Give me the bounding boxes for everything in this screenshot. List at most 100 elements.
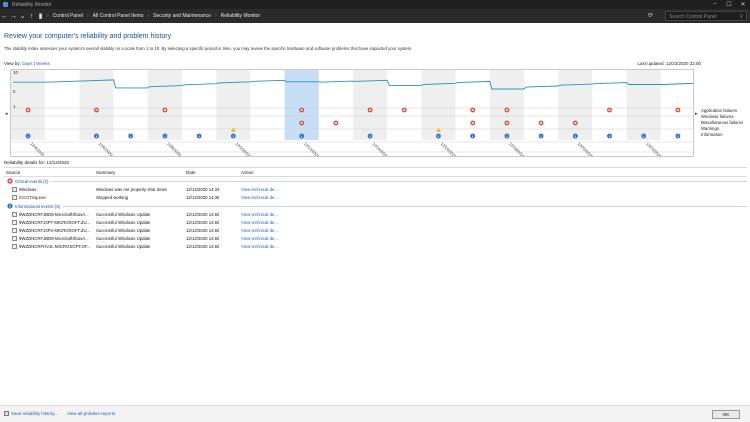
refresh-icon[interactable]: ⟳: [648, 12, 653, 19]
information-icon-mark: [540, 135, 542, 138]
scroll-right-icon[interactable]: ▸: [695, 111, 698, 117]
table-row[interactable]: 9WZDNCRFJ3P2-MICROSOFT.ZU... Successful …: [3, 227, 747, 235]
view-technical-details-link[interactable]: View technical de...: [241, 244, 278, 249]
day-column: [11, 70, 46, 140]
save-history-link[interactable]: Save reliability history...: [11, 411, 58, 416]
day-column: [524, 70, 559, 140]
reliability-chart[interactable]: 10 5 1 12/4/2020 12/6/2020 12/8/2020 12/10/202…: [10, 69, 694, 157]
col-source[interactable]: Source: [6, 170, 20, 175]
y-tick-label: 10: [13, 70, 19, 75]
details-label: Reliability details for: 12/12/2020: [4, 160, 70, 165]
col-summary[interactable]: Summary: [96, 170, 115, 175]
date-label: 12/4/2020: [29, 141, 46, 157]
day-column: [318, 70, 353, 140]
view-technical-details-link[interactable]: View technical de...: [241, 228, 278, 233]
day-column: [455, 70, 490, 140]
recent-chevron-icon[interactable]: ⌄: [18, 12, 27, 20]
info-icon: [7, 203, 13, 209]
information-icon-mark: [609, 135, 610, 138]
table-row[interactable]: Windows Windows was not properly shut do…: [3, 186, 747, 194]
information-icon-mark: [369, 135, 371, 138]
table-row[interactable]: 9WZDNCRFJBD8-MicrosoftXboxA... Successfu…: [3, 235, 747, 243]
day-column: [489, 70, 524, 140]
view-technical-details-link[interactable]: View technical de...: [241, 212, 278, 217]
day-column: [113, 70, 148, 140]
update-icon: [12, 228, 17, 233]
view-technical-details-link[interactable]: View technical de...: [241, 187, 278, 192]
table-header: Source Summary Date Action: [3, 168, 747, 177]
information-icon-mark: [506, 135, 508, 138]
update-icon: [12, 236, 17, 241]
day-column: [182, 70, 217, 140]
minimize-icon[interactable]: –: [708, 1, 722, 8]
day-column: [558, 70, 593, 140]
date-label: 12/12/2020: [303, 141, 321, 157]
scroll-left-icon[interactable]: ◂: [5, 111, 8, 117]
update-icon: [12, 212, 17, 217]
information-icon-mark: [438, 135, 439, 138]
view-technical-details-link[interactable]: View technical de...: [241, 236, 278, 241]
title-bar: Reliability Monitor – ☐ ✕: [0, 0, 750, 9]
information-icon-mark: [96, 135, 97, 138]
critical-group-header[interactable]: Critical events (2): [3, 178, 747, 184]
information-icon-mark: [130, 135, 132, 138]
critical-icon: [7, 178, 13, 184]
crumb-reliability-monitor[interactable]: Reliability Monitor: [221, 13, 260, 19]
search-placeholder: Search Control Panel: [669, 14, 717, 20]
legend-warnings: Warnings: [701, 126, 719, 131]
crumb-control-panel[interactable]: Control Panel: [53, 13, 83, 19]
info-group-label: Informational events (5): [15, 203, 61, 209]
last-updated: Last updated: 12/23/2020 22:00: [637, 61, 701, 66]
view-weeks-link[interactable]: Weeks: [36, 61, 50, 66]
date-label: 12/10/2020: [235, 141, 253, 157]
date-label: 12/18/2020: [508, 141, 526, 157]
table-row[interactable]: ICCCTray.exe Stopped working 12/12/2020 …: [3, 194, 747, 202]
information-icon-mark: [198, 135, 200, 138]
table-row[interactable]: 9WZDNCRFJ3PT-MICROSOFT.ZU... Successful …: [3, 219, 747, 227]
legend-misc-failures: Miscellaneous failures: [701, 120, 744, 125]
information-icon-mark: [301, 135, 303, 138]
day-column: [592, 70, 627, 140]
update-icon: [12, 244, 17, 249]
legend-windows-failures: Windows failures: [701, 114, 734, 119]
day-column: [626, 70, 661, 140]
day-column: [660, 70, 693, 140]
date-label: 12/8/2020: [166, 141, 183, 157]
control-panel-icon: ▮: [38, 13, 43, 20]
page-description: The stability index assesses your system…: [4, 46, 413, 51]
back-arrow-icon[interactable]: ←: [0, 13, 9, 20]
maximize-icon[interactable]: ☐: [722, 1, 736, 8]
crumb-security-maintenance[interactable]: Security and Maintenance: [153, 13, 211, 19]
crumb-all-items[interactable]: All Control Panel Items: [93, 13, 144, 19]
information-icon-mark: [574, 135, 576, 138]
information-icon-mark: [677, 135, 679, 138]
app-icon: [3, 2, 8, 7]
legend-information: Information: [701, 132, 723, 137]
table-row[interactable]: 9WZDNCRFJBD8-MicrosoftXboxA... Successfu…: [3, 211, 747, 219]
col-action[interactable]: Action: [241, 170, 254, 175]
view-technical-details-link[interactable]: View technical de...: [241, 220, 278, 225]
forward-arrow-icon[interactable]: →: [9, 13, 18, 20]
up-arrow-icon[interactable]: ↑: [27, 13, 36, 20]
ok-button[interactable]: OK: [712, 410, 740, 419]
date-label: 12/20/2020: [577, 141, 595, 157]
info-group-header[interactable]: Informational events (5): [3, 203, 747, 209]
search-icon: ⚲: [739, 14, 743, 20]
critical-group-label: Critical events (2): [15, 178, 49, 184]
view-technical-details-link[interactable]: View technical de...: [241, 195, 278, 200]
save-icon: [4, 411, 9, 416]
close-icon[interactable]: ✕: [736, 1, 750, 8]
update-icon: [12, 220, 17, 225]
date-label: 12/6/2020: [98, 141, 115, 157]
details-table: Source Summary Date Action Critical even…: [3, 167, 747, 405]
chart-canvas: 105112/4/2020 12/6/2020 12/8/2020 12/10/202…: [11, 70, 693, 157]
app-icon: [12, 195, 17, 200]
view-days-link[interactable]: Days: [22, 61, 32, 66]
day-column: [147, 70, 182, 140]
view-problem-reports-link[interactable]: View all problem reports: [67, 411, 115, 416]
search-input[interactable]: Search Control Panel ⚲: [665, 11, 747, 21]
information-icon-mark: [472, 135, 474, 138]
table-row[interactable]: 9WZDNCRFHVJL-MICROSOFT.OF... Successful …: [3, 243, 747, 251]
address-bar: ← → ⌄ ↑ ▮ › Control Panel › All Control …: [0, 9, 750, 23]
col-date[interactable]: Date: [186, 170, 196, 175]
